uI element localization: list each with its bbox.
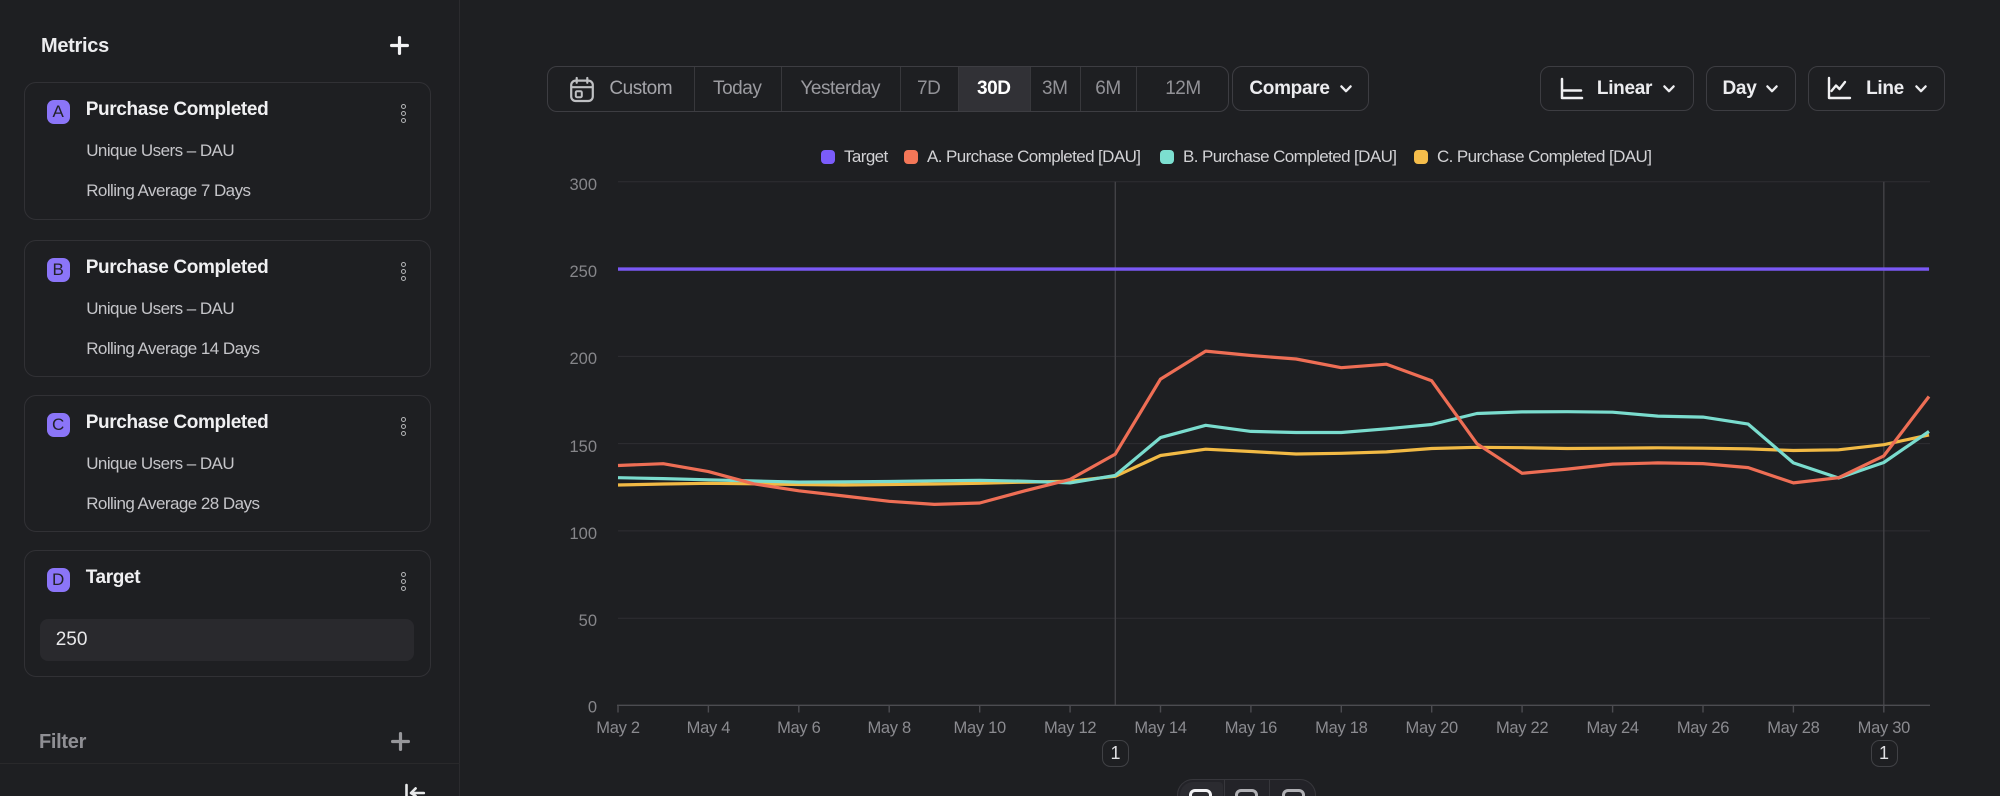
svg-text:300: 300 <box>569 176 597 194</box>
svg-text:May 30: May 30 <box>1858 719 1910 737</box>
svg-text:May 18: May 18 <box>1315 719 1367 737</box>
svg-text:0: 0 <box>588 699 597 717</box>
svg-text:May 20: May 20 <box>1406 719 1458 737</box>
svg-text:May 22: May 22 <box>1496 719 1548 737</box>
svg-text:50: 50 <box>579 612 597 630</box>
svg-text:250: 250 <box>569 263 597 281</box>
svg-text:May 2: May 2 <box>596 719 640 737</box>
svg-text:May 24: May 24 <box>1586 719 1638 737</box>
svg-text:May 16: May 16 <box>1225 719 1277 737</box>
svg-text:May 12: May 12 <box>1044 719 1096 737</box>
svg-text:May 8: May 8 <box>867 719 911 737</box>
svg-text:100: 100 <box>569 525 597 543</box>
svg-text:May 26: May 26 <box>1677 719 1729 737</box>
svg-text:May 14: May 14 <box>1134 719 1186 737</box>
svg-text:May 28: May 28 <box>1767 719 1819 737</box>
svg-text:150: 150 <box>569 438 597 456</box>
svg-text:May 6: May 6 <box>777 719 821 737</box>
svg-text:May 10: May 10 <box>954 719 1006 737</box>
svg-text:May 4: May 4 <box>687 719 731 737</box>
svg-text:200: 200 <box>569 350 597 368</box>
